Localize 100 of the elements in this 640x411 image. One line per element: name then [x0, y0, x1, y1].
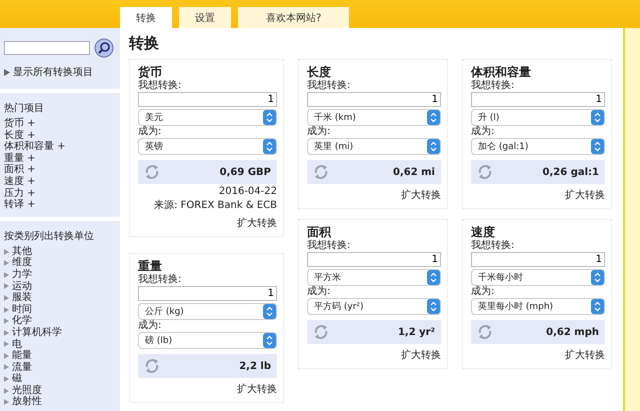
section-title: 热门项目	[4, 102, 45, 115]
expand-link[interactable]: 扩大转换	[237, 384, 277, 395]
field-label: 我想转换:	[471, 80, 516, 92]
result-value: 1,2 yr²	[398, 326, 435, 338]
unit-select[interactable]: 加仑 (gal:1)	[471, 138, 605, 155]
result-value: 0,62 mi	[392, 166, 435, 178]
category-item[interactable]: 化学	[12, 315, 32, 327]
expand-link[interactable]: 扩大转换	[565, 190, 605, 201]
unit-select[interactable]: 平方码 (yr²)	[307, 298, 441, 315]
tab[interactable]: 转换	[120, 7, 172, 28]
card-title: 重量	[138, 258, 163, 274]
category-item[interactable]: 计算机科学	[12, 326, 62, 338]
tab[interactable]: 设置	[179, 7, 231, 28]
amount-field[interactable]: 1	[307, 92, 441, 107]
category-item[interactable]: 时间	[12, 304, 32, 316]
dropdown-arrows-icon	[263, 304, 276, 319]
result-value: 0,26 gal:1	[542, 166, 599, 178]
dropdown-arrows-icon	[427, 139, 440, 154]
expand-link[interactable]: 扩大转换	[401, 350, 441, 361]
expand-link[interactable]: 扩大转换	[237, 218, 277, 229]
card-title: 速度	[471, 224, 496, 240]
category-item[interactable]: 其他	[12, 246, 32, 258]
refresh-icon[interactable]	[477, 163, 493, 181]
dropdown-arrows-icon	[591, 270, 604, 285]
tab[interactable]: 喜欢本网站?	[238, 7, 350, 28]
category-item[interactable]: 放射性	[12, 396, 42, 408]
expand-link[interactable]: 扩大转换	[401, 190, 441, 201]
result-value: 0,69 GBP	[220, 166, 271, 178]
refresh-icon[interactable]	[477, 323, 493, 341]
field-label: 成为:	[138, 320, 162, 332]
category-item[interactable]: 流量	[12, 362, 32, 374]
search-icon[interactable]	[94, 38, 114, 58]
unit-select[interactable]: 平方米	[307, 269, 441, 286]
amount-field[interactable]: 1	[138, 92, 277, 107]
field-label: 我想转换:	[471, 240, 516, 252]
field-label: 成为:	[471, 126, 496, 138]
refresh-icon[interactable]	[313, 163, 329, 181]
amount-field[interactable]: 1	[471, 252, 605, 267]
page-title: 转换	[129, 34, 160, 53]
popular-item[interactable]: 速度 +	[4, 176, 116, 188]
field-label: 我想转换:	[307, 80, 352, 92]
field-label: 成为:	[307, 286, 332, 298]
triangle-icon	[4, 68, 10, 76]
amount-field[interactable]: 1	[138, 286, 277, 301]
source-note: 来源: FOREX Bank & ECB	[153, 200, 277, 212]
result-value: 2,2 lb	[239, 360, 271, 372]
dropdown-arrows-icon	[591, 139, 604, 154]
dropdown-arrows-icon	[263, 139, 276, 154]
unit-select[interactable]: 磅 (lb)	[138, 332, 277, 349]
unit-select[interactable]: 英里 (mi)	[307, 138, 441, 155]
popular-item[interactable]: 重量 +	[4, 152, 116, 164]
card-title: 面积	[307, 224, 332, 240]
unit-select[interactable]: 公斤 (kg)	[138, 303, 277, 320]
card-title: 体积和容量	[471, 64, 532, 80]
popular-item[interactable]: 转译 +	[4, 199, 116, 211]
dropdown-arrows-icon	[263, 333, 276, 348]
source-note: 2016-04-22	[218, 186, 277, 198]
unit-select[interactable]: 千米每小时	[471, 269, 605, 286]
category-item[interactable]: 运动	[12, 280, 32, 292]
result-value: 0,62 mph	[546, 326, 599, 338]
unit-select[interactable]: 千米 (km)	[307, 109, 441, 126]
dropdown-arrows-icon	[591, 299, 604, 314]
field-label: 成为:	[471, 286, 496, 298]
category-item[interactable]: 磁	[12, 373, 22, 385]
card-title: 长度	[307, 64, 332, 80]
dropdown-arrows-icon	[427, 110, 440, 125]
dropdown-arrows-icon	[591, 110, 604, 125]
unit-select[interactable]: 英里每小时 (mph)	[471, 298, 605, 315]
category-item[interactable]: 力学	[12, 268, 32, 281]
refresh-icon[interactable]	[144, 357, 160, 375]
popular-item[interactable]: 体积和容量 +	[4, 141, 116, 153]
category-item[interactable]: 电	[12, 338, 22, 350]
unit-select[interactable]: 美元	[138, 109, 277, 126]
refresh-icon[interactable]	[313, 323, 329, 341]
field-label: 我想转换:	[307, 240, 352, 252]
dropdown-arrows-icon	[427, 299, 440, 314]
amount-field[interactable]: 1	[307, 252, 441, 267]
amount-field[interactable]: 1	[471, 92, 605, 107]
show-all-link[interactable]: 显示所有转换项目	[13, 65, 93, 79]
field-label: 我想转换:	[138, 80, 182, 92]
popular-item[interactable]: 长度 +	[4, 130, 116, 142]
unit-select[interactable]: 英镑	[138, 138, 277, 155]
category-item[interactable]: 服装	[12, 292, 32, 304]
card-title: 货币	[138, 64, 163, 80]
popular-item[interactable]: 货币 +	[4, 118, 116, 130]
popular-item[interactable]: 压力 +	[4, 188, 116, 200]
section-title: 按类别列出转换单位	[4, 230, 95, 243]
field-label: 成为:	[307, 126, 332, 138]
search-field[interactable]	[4, 41, 90, 55]
category-item[interactable]: 能量	[12, 350, 32, 362]
dropdown-arrows-icon	[263, 110, 276, 125]
expand-link[interactable]: 扩大转换	[565, 350, 605, 361]
unit-select[interactable]: 升 (l)	[471, 109, 605, 126]
category-item[interactable]: 光照度	[12, 384, 42, 396]
refresh-icon[interactable]	[144, 163, 160, 181]
popular-item[interactable]: 面积 +	[4, 164, 116, 176]
dropdown-arrows-icon	[427, 270, 440, 285]
category-item[interactable]: 维度	[12, 257, 32, 269]
field-label: 我想转换:	[138, 274, 182, 286]
field-label: 成为:	[138, 126, 162, 138]
